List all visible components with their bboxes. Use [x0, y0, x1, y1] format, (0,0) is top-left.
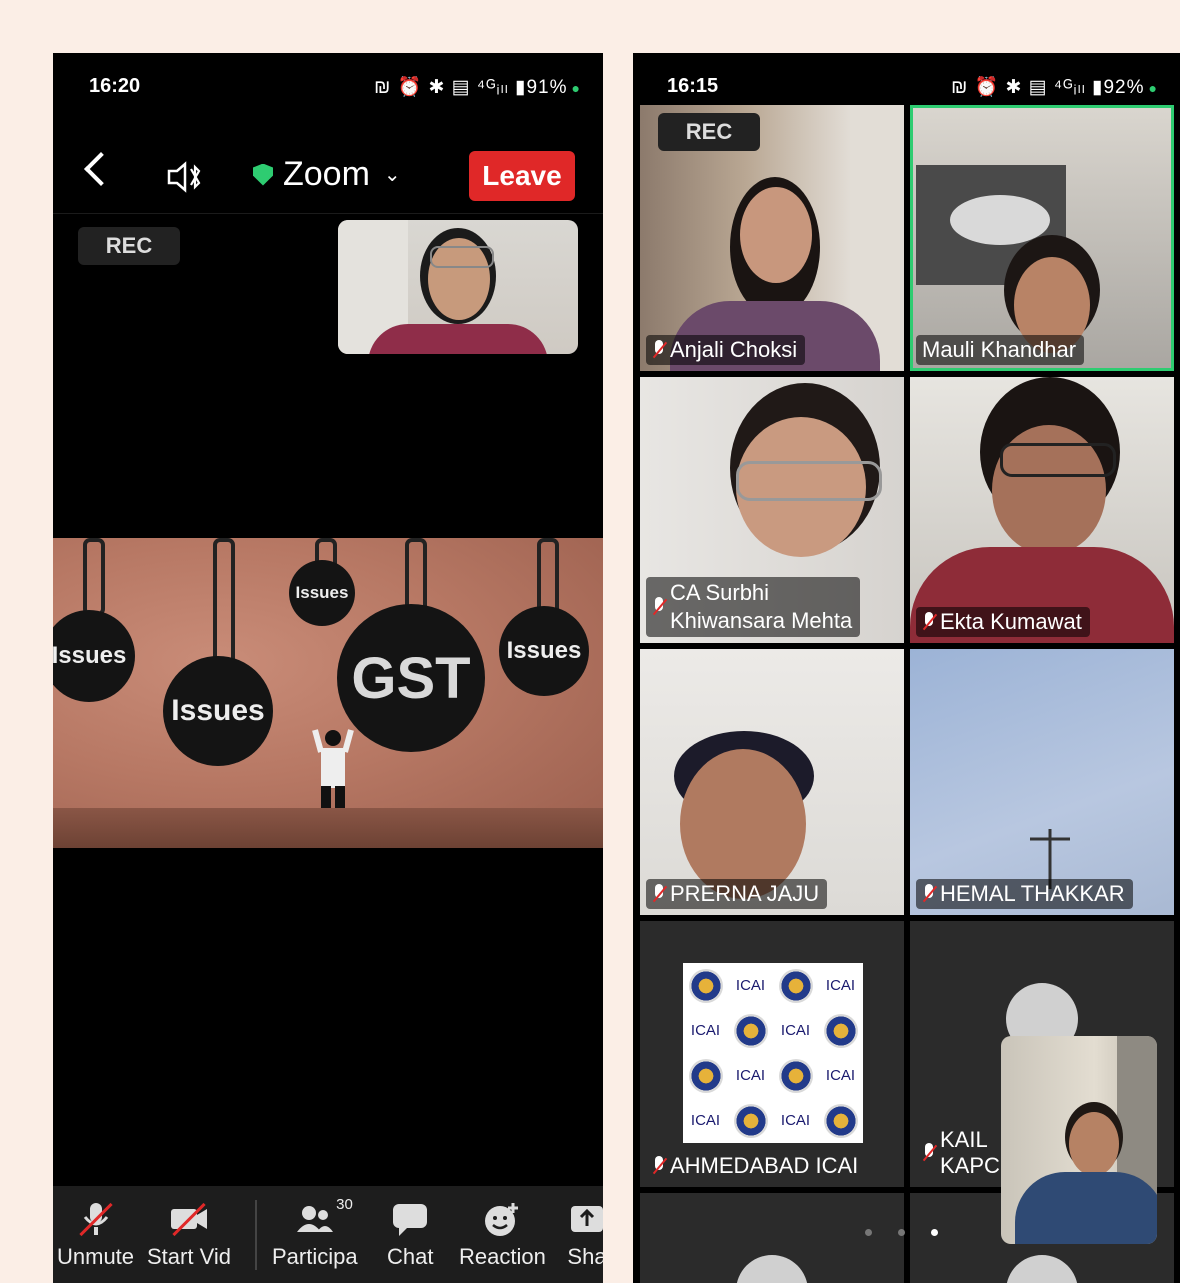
icai-emblem-icon [688, 968, 723, 1003]
chevron-down-icon: ⌄ [383, 164, 401, 186]
participant-name-line: CA Surbhi [670, 580, 770, 605]
chain [213, 538, 235, 666]
mic-muted-icon [652, 597, 666, 617]
icai-emblem-icon [823, 1013, 858, 1048]
video-tile[interactable]: PRERNA JAJU [640, 649, 904, 915]
participant-name: Mauli Khandhar [916, 335, 1085, 365]
icai-emblem-icon [778, 1058, 813, 1093]
participants-icon: 30 [295, 1196, 353, 1238]
meeting-title-label: Zoom [283, 155, 370, 193]
meeting-title[interactable]: Zoom ⌄ [253, 155, 401, 194]
reaction-button[interactable]: Reaction [459, 1200, 546, 1270]
icai-emblem-icon [688, 1058, 723, 1093]
page-dot [898, 1229, 905, 1236]
participants-button[interactable]: 30 Participa [272, 1196, 358, 1270]
meeting-toolbar: Unmute Start Vid 30 Participa Chat React… [53, 1186, 603, 1283]
participant-name: Ekta Kumawat [916, 607, 1090, 637]
self-video-thumbnail[interactable] [1001, 1036, 1157, 1244]
video-tile[interactable]: HEMAL THAKKAR [910, 649, 1174, 915]
participant-name: CA Surbhi Khiwansara Mehta [646, 577, 861, 637]
icai-text: ICAI [683, 1008, 728, 1053]
page-dot-active [931, 1229, 938, 1236]
participant-name: Anjali Choksi [646, 335, 806, 365]
issues-ball: Issues [163, 656, 273, 766]
participant-name: KAIL KAPC [916, 1125, 1008, 1181]
share-button[interactable]: Sha [567, 1200, 603, 1270]
chat-label: Chat [387, 1244, 434, 1269]
speaker-bluetooth-icon[interactable] [165, 159, 205, 195]
icai-text: ICAI [773, 1008, 818, 1053]
participant-name-line: KAIL [940, 1127, 988, 1152]
status-time: 16:15 [667, 75, 719, 97]
participant-count: 30 [336, 1196, 353, 1213]
participants-label: Participa [272, 1244, 358, 1269]
reaction-label: Reaction [459, 1244, 546, 1269]
mic-muted-icon [922, 884, 936, 904]
issues-ball: Issues [499, 606, 589, 696]
status-icons: ₪ ⏰ ✱ ▤ ⁴ᴳᵢₗₗ ▮91% ● [374, 77, 581, 98]
mic-muted-icon [652, 340, 666, 360]
share-label: Sha [567, 1244, 603, 1269]
mic-muted-icon [922, 612, 936, 632]
video-tile[interactable]: REC Anjali Choksi [640, 105, 904, 371]
icai-emblem-icon [778, 968, 813, 1003]
participant-name-line: Khiwansara Mehta [670, 608, 853, 633]
status-time: 16:20 [89, 75, 141, 97]
icai-text: ICAI [818, 963, 863, 1008]
share-icon [567, 1200, 603, 1238]
mic-muted-icon [652, 1156, 666, 1176]
participant-name: HEMAL THAKKAR [916, 879, 1133, 909]
participant-name-line: KAPC [940, 1153, 1000, 1178]
video-tile-active-speaker[interactable]: Mauli Khandhar [910, 105, 1174, 371]
ground [53, 808, 603, 848]
chat-button[interactable]: Chat [387, 1200, 433, 1270]
status-icons: ₪ ⏰ ✱ ▤ ⁴ᴳᵢₗₗ ▮92% ● [951, 77, 1158, 98]
video-tile[interactable]: CA Surbhi Khiwansara Mehta [640, 377, 904, 643]
chain [83, 538, 105, 616]
mic-muted-icon [922, 1143, 936, 1163]
right-phone-screen: 16:15 ₪ ⏰ ✱ ▤ ⁴ᴳᵢₗₗ ▮92% ● REC Anjali Cho… [633, 53, 1180, 1283]
header-divider [53, 213, 603, 214]
leave-button[interactable]: Leave [469, 151, 575, 201]
page-indicator[interactable] [865, 1229, 938, 1236]
video-tile[interactable] [640, 1193, 904, 1283]
start-video-label: Start Vid [147, 1244, 231, 1269]
start-video-button[interactable]: Start Vid [147, 1200, 231, 1270]
icai-text: ICAI [773, 1098, 818, 1143]
icai-text: ICAI [728, 1053, 773, 1098]
chat-icon [390, 1200, 430, 1238]
left-phone-screen: 16:20 ₪ ⏰ ✱ ▤ ⁴ᴳᵢₗₗ ▮91% ● Zoom ⌄ Leave R… [53, 53, 603, 1283]
gst-ball: GST [337, 604, 485, 752]
chain [537, 538, 559, 616]
participant-name: AHMEDABAD ICAI [646, 1151, 866, 1181]
self-video-thumbnail[interactable] [338, 220, 578, 354]
avatar-placeholder [1006, 1255, 1078, 1283]
video-tile[interactable]: ICAI ICAI ICAI ICAI ICAI ICAI ICAI ICAI AHME… [640, 921, 904, 1187]
icai-text: ICAI [728, 963, 773, 1008]
recording-badge: REC [658, 113, 760, 151]
video-off-icon [169, 1200, 209, 1238]
back-chevron-icon[interactable] [84, 152, 118, 186]
avatar-placeholder [736, 1255, 808, 1283]
icai-text: ICAI [818, 1053, 863, 1098]
reaction-icon [482, 1200, 522, 1238]
icai-emblem-icon [823, 1103, 858, 1138]
unmute-label: Unmute [57, 1244, 135, 1269]
icai-emblem-icon [733, 1013, 768, 1048]
unmute-button[interactable]: Unmute [57, 1200, 134, 1270]
toolbar-separator [255, 1200, 257, 1270]
shield-check-icon [253, 163, 273, 186]
participant-name: PRERNA JAJU [646, 879, 828, 909]
page-dot [865, 1229, 872, 1236]
issues-ball: Issues [53, 610, 135, 702]
mic-muted-icon [652, 884, 666, 904]
issues-ball: Issues [289, 560, 355, 626]
icai-text: ICAI [683, 1098, 728, 1143]
recording-badge: REC [78, 227, 180, 265]
mic-muted-icon [76, 1200, 116, 1238]
icai-emblem-icon [733, 1103, 768, 1138]
video-tile[interactable]: Ekta Kumawat [910, 377, 1174, 643]
shared-screen-image: Issues Issues Issues GST Issues [53, 538, 603, 848]
icai-logo-pattern: ICAI ICAI ICAI ICAI ICAI ICAI ICAI ICAI [683, 963, 863, 1143]
